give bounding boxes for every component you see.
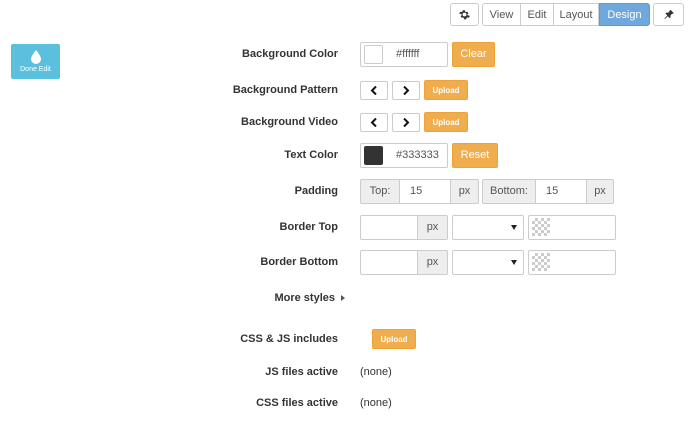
text-color-input[interactable]: #333333 [360,142,448,168]
caret-right-icon [341,295,345,301]
background-color-value: #ffffff [396,48,420,60]
border-top-width-input[interactable] [360,214,418,240]
row-more-styles: More styles [0,283,700,313]
pin-icon [663,9,674,20]
row-border-top: Border Top px [0,212,700,242]
mode-toolbar: View Edit Layout Design [450,3,684,26]
tab-edit[interactable]: Edit [521,3,554,26]
row-background-color: Background Color #ffffff Clear [0,39,700,69]
background-color-label: Background Color [242,48,338,60]
padding-bottom-input[interactable]: 15 [536,178,586,204]
border-top-unit: px [418,214,448,240]
row-background-video: Background Video Upload [0,107,700,137]
css-files-label: CSS files active [256,397,338,409]
transparent-swatch[interactable] [532,218,550,236]
pattern-upload-button[interactable]: Upload [424,80,468,100]
color-swatch[interactable] [364,145,383,165]
padding-label: Padding [294,185,338,197]
caret-down-icon [511,224,517,230]
border-bottom-style-select[interactable] [452,249,524,275]
transparent-swatch[interactable] [532,253,550,271]
more-styles-toggle[interactable]: More styles [274,283,345,313]
pin-button[interactable] [653,3,684,26]
chevron-left-icon [370,117,377,127]
chevron-left-icon [370,85,377,95]
css-files-value: (none) [360,397,392,409]
chevron-right-icon [403,85,410,95]
border-bottom-color-input[interactable] [528,249,616,275]
padding-top-unit: px [450,178,479,204]
padding-bottom-label: Bottom: [482,178,536,204]
border-top-style-select[interactable] [452,214,524,240]
reset-button[interactable]: Reset [452,142,498,168]
row-js-files: JS files active (none) [0,357,700,387]
row-padding: Padding Top: 15 px Bottom: 15 px [0,176,700,206]
video-prev-button[interactable] [360,112,388,132]
caret-down-icon [511,259,517,265]
settings-button[interactable] [450,3,479,26]
tab-view[interactable]: View [482,3,521,26]
gear-icon [459,10,470,20]
text-color-label: Text Color [284,149,338,161]
tab-layout[interactable]: Layout [554,3,599,26]
row-border-bottom: Border Bottom px [0,247,700,277]
background-video-label: Background Video [241,116,338,128]
border-top-label: Border Top [279,221,338,233]
tab-design[interactable]: Design [599,3,650,26]
video-upload-button[interactable]: Upload [424,112,468,132]
chevron-right-icon [403,117,410,127]
padding-bottom-unit: px [586,178,614,204]
pattern-prev-button[interactable] [360,80,388,100]
border-bottom-width-input[interactable] [360,249,418,275]
background-color-input[interactable]: #ffffff [360,41,448,67]
js-files-value: (none) [360,366,392,378]
color-swatch[interactable] [364,44,383,64]
border-bottom-unit: px [418,249,448,275]
background-pattern-label: Background Pattern [232,84,338,96]
more-styles-label: More styles [274,292,335,304]
video-next-button[interactable] [392,112,420,132]
pattern-next-button[interactable] [392,80,420,100]
css-js-upload-button[interactable]: Upload [372,329,416,349]
row-text-color: Text Color #333333 Reset [0,140,700,170]
padding-top-input[interactable]: 15 [400,178,450,204]
row-background-pattern: Background Pattern Upload [0,75,700,105]
row-css-js-includes: CSS & JS includes Upload [0,324,700,354]
border-top-color-input[interactable] [528,214,616,240]
text-color-value: #333333 [396,149,439,161]
css-js-label: CSS & JS includes [240,333,338,345]
padding-top-label: Top: [360,178,400,204]
js-files-label: JS files active [265,366,338,378]
border-bottom-label: Border Bottom [260,256,338,268]
row-css-files: CSS files active (none) [0,388,700,418]
clear-button[interactable]: Clear [452,41,495,67]
